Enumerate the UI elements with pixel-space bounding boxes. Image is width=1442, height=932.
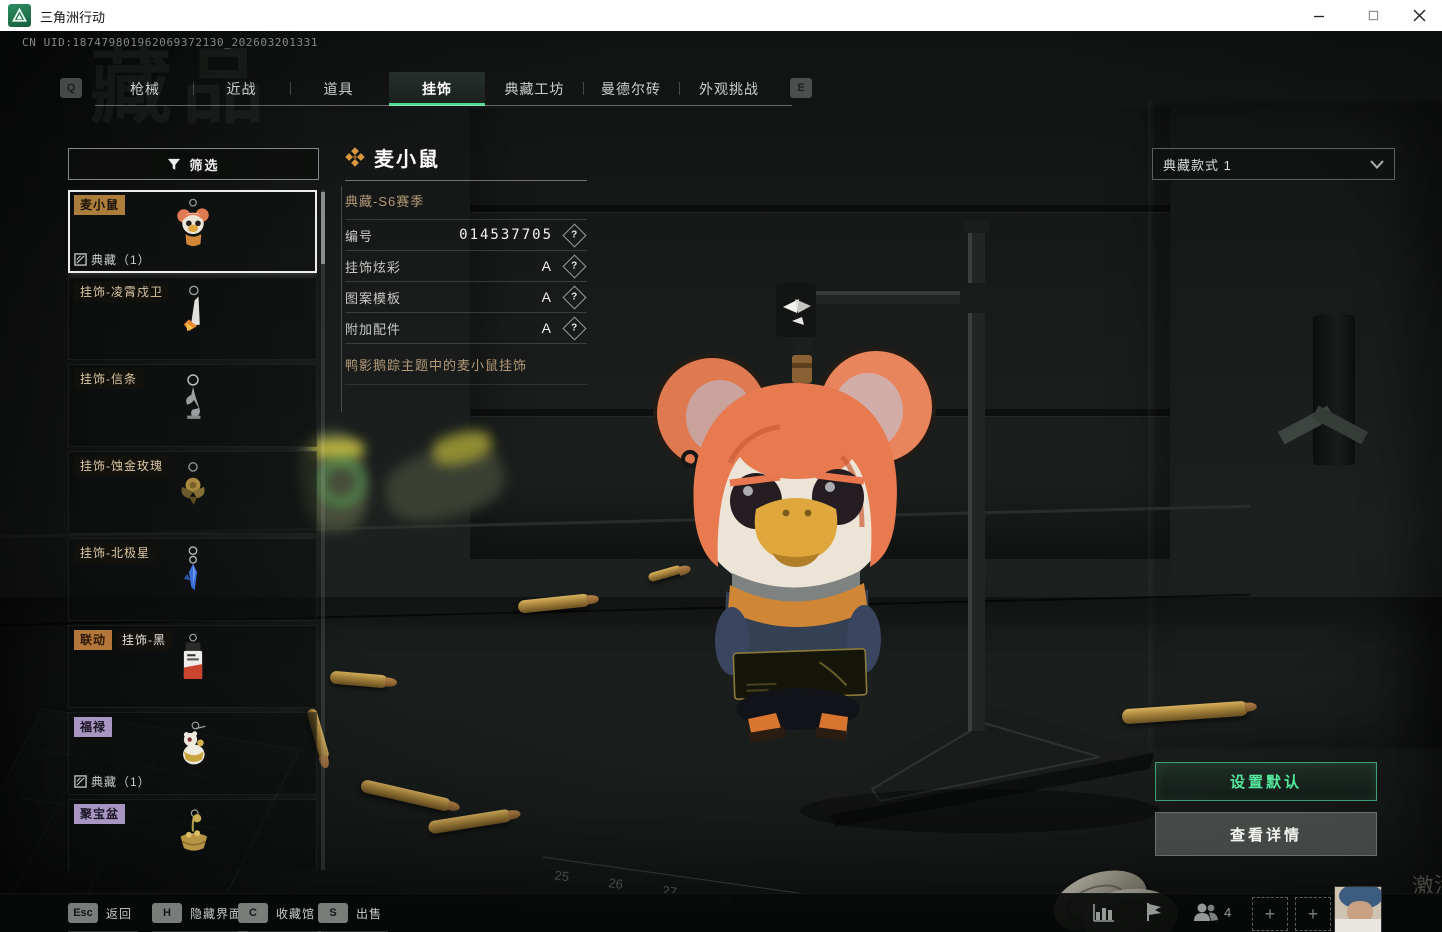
item-title-row: 麦小鼠 [345,140,587,174]
s-key-badge: S [318,903,348,923]
help-icon[interactable]: ? [562,284,587,310]
minimize-button[interactable] [1296,0,1342,31]
item-name-label: 挂饰-黑 [116,630,172,650]
detail-row-serial: 编号 014537705 ? [345,220,587,251]
item-name-label: 麦小鼠 [74,195,126,215]
charm-thumbnail-maixiaoshu [176,198,209,247]
window-title: 三角洲行动 [40,10,106,25]
charm-thumbnail-treasure-basin [180,809,207,851]
item-description: 鸭影鹅踪主题中的麦小鼠挂饰 [345,344,587,385]
item-name-label: 挂饰-信条 [74,369,143,389]
item-name-label: 聚宝盆 [74,804,126,824]
item-name-label: 挂饰-北极星 [74,543,156,563]
list-item-hei[interactable]: 联动 挂饰-黑 [68,625,317,708]
add-slot-button[interactable]: + [1295,897,1331,931]
set-default-button[interactable]: 设置默认 [1155,762,1377,801]
item-name-label: 挂饰-凌霄戍卫 [74,282,169,302]
chevron-down-icon [1370,159,1384,169]
shortcut-back[interactable]: Esc 返回 [68,901,139,932]
plus-icon: + [1264,903,1276,924]
background-canister-cap [312,439,364,459]
help-icon[interactable]: ? [562,315,587,341]
detail-row-pattern-template: 图案模板 A ? [345,282,587,313]
item-name-label: 福禄 [74,717,113,737]
tab-appearance-challenge[interactable]: 外观挑战 [680,72,778,106]
close-button[interactable] [1396,0,1442,31]
bottom-bar: Esc 返回 H 隐藏界面 C 收藏馆 S 出售 4 + + [0,886,1442,932]
list-item-jubaopen[interactable]: 聚宝盆 [68,799,317,870]
charm-thumbnail-black-card [183,633,202,680]
h-key-badge: H [152,903,182,923]
help-icon[interactable]: ? [562,253,587,279]
esc-key-badge: Esc [68,903,98,923]
list-item-maixiaoshu[interactable]: 麦小鼠 典藏（1） [68,190,317,273]
list-item-xintiao[interactable]: 挂饰-信条 [68,364,317,447]
filter-button[interactable]: 筛选 [68,148,319,180]
collection-style-dropdown[interactable]: 典藏款式 1 [1152,148,1395,180]
avatar-shirt [1335,919,1381,932]
report-button[interactable] [1142,900,1166,924]
collection-count-badge: 典藏（1） [74,251,151,268]
scrollbar-thumb[interactable] [321,192,325,264]
list-item-lingxiao-shuwei[interactable]: 挂饰-凌霄戍卫 [68,277,317,360]
help-icon[interactable]: ? [562,222,587,248]
list-item-fulu[interactable]: 福禄 典藏（1） [68,712,317,795]
charm-thumbnail-gourd [182,721,206,765]
charm-thumbnail-creed [185,374,200,419]
tab-melee[interactable]: 近战 [194,72,289,106]
linkage-badge: 联动 [74,630,113,650]
charm-3d-preview [653,221,1160,833]
season-label: 典藏-S6赛季 [345,181,587,220]
item-name-label: 挂饰-蚀金玫瑰 [74,456,169,476]
team-count: 4 [1224,904,1232,920]
charm-list: 麦小鼠 典藏（1） 挂饰-凌霄戍卫 挂饰-信条 挂饰-蚀金玫瑰 挂饰-北极星 联… [68,190,317,870]
prev-tab-keyhint[interactable]: Q [60,78,82,98]
item-detail-panel: 麦小鼠 典藏-S6赛季 编号 014537705 ? 挂饰炫彩 A ? 图案模板… [341,140,587,412]
flag-icon [1147,903,1161,921]
filter-icon [168,158,181,170]
maximize-button[interactable] [1350,0,1396,31]
list-item-shijin-meigui[interactable]: 挂饰-蚀金玫瑰 [68,451,317,534]
tab-collection-workshop[interactable]: 典藏工坊 [487,72,582,106]
serial-number: 014537705 [459,227,553,243]
list-item-beijixing[interactable]: 挂饰-北极星 [68,538,317,621]
collection-count-badge: 典藏（1） [74,773,151,790]
player-uid: CN UID:187479801962069372130_20260320133… [22,36,319,49]
game-logo-icon [8,4,31,27]
team-icon [1194,903,1218,921]
stats-button[interactable] [1092,900,1116,924]
plus-icon: + [1307,903,1319,924]
rarity-ornament-icon [345,147,365,167]
add-slot-button[interactable]: + [1252,897,1288,931]
app-window: 三角洲行动 25 26 27 藏品 激活 CN UID:187479801962… [0,0,1442,932]
bar-chart-icon [1093,904,1114,922]
collection-icon [74,253,87,266]
c-key-badge: C [238,903,268,923]
view-details-button[interactable]: 查看详情 [1155,812,1377,856]
next-tab-keyhint[interactable]: E [790,78,812,98]
detail-row-charm-finish: 挂饰炫彩 A ? [345,251,587,282]
tab-guns[interactable]: 枪械 [97,72,193,106]
detail-row-extra-accessory: 附加配件 A ? [345,313,587,344]
item-title: 麦小鼠 [374,148,440,171]
collection-icon [74,775,87,788]
shortcut-collection-hall[interactable]: C 收藏馆 [238,901,322,932]
shortcut-sell[interactable]: S 出售 [318,901,389,932]
player-avatar[interactable] [1334,886,1382,932]
charm-thumbnail-gold-rose [180,462,205,506]
sidebar-scrollbar[interactable] [321,190,325,870]
tab-mandel-brick[interactable]: 曼德尔砖 [584,72,678,106]
charm-thumbnail-rocket [183,285,200,332]
crate-chevron-mark [1278,400,1368,444]
window-titlebar: 三角洲行动 [0,0,1442,31]
charm-thumbnail-polar-star [183,546,197,591]
category-tabbar: Q 枪械 近战 道具 挂饰 典藏工坊 曼德尔砖 外观挑战 E [0,72,900,106]
team-button[interactable]: 4 [1192,900,1231,924]
shortcut-hide-ui[interactable]: H 隐藏界面 [152,901,249,932]
tab-charms[interactable]: 挂饰 [389,72,485,106]
tab-gadgets[interactable]: 道具 [291,72,386,106]
